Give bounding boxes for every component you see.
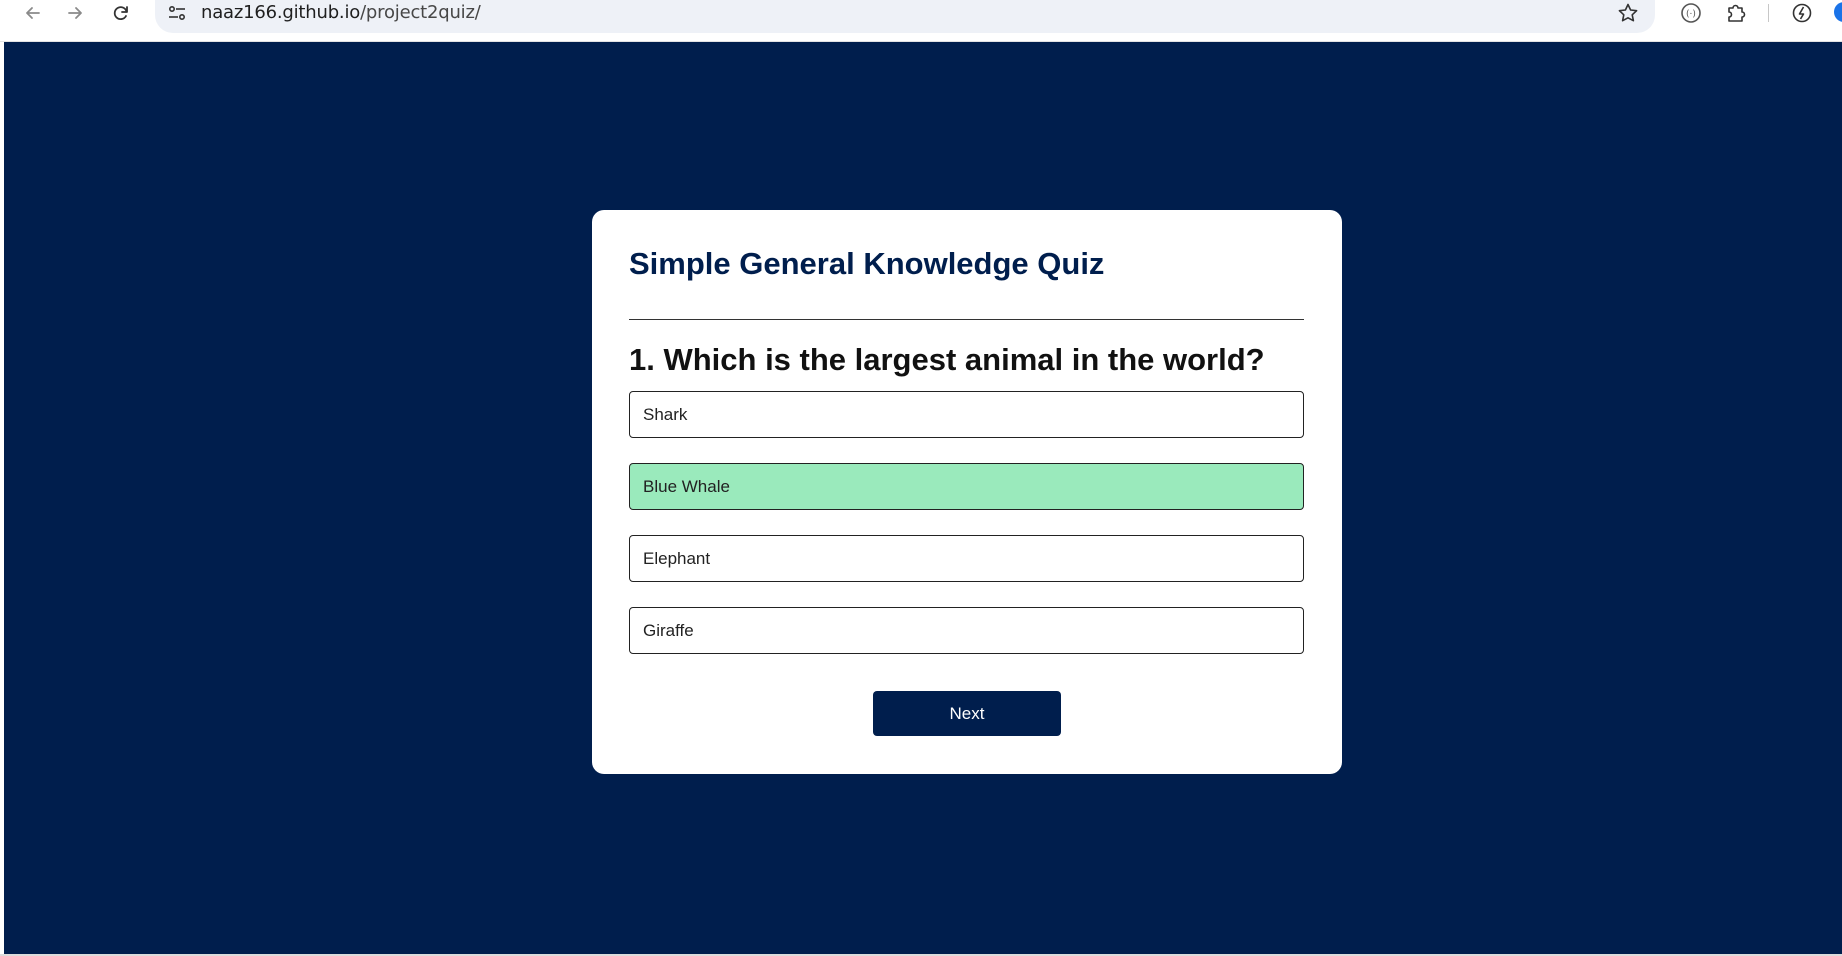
quiz-title: Simple General Knowledge Quiz: [629, 246, 1105, 281]
answer-button-shark[interactable]: Shark: [629, 391, 1304, 438]
reload-icon[interactable]: [108, 0, 134, 26]
url-text[interactable]: naaz166.github.io/project2quiz/: [201, 2, 481, 23]
url-path: /project2quiz/: [360, 2, 481, 23]
performance-icon[interactable]: [1788, 0, 1816, 26]
forward-arrow-icon[interactable]: [62, 0, 88, 26]
quiz-card: Simple General Knowledge Quiz 1. Which i…: [592, 210, 1342, 774]
title-divider: [629, 319, 1304, 320]
bookmark-star-icon[interactable]: [1614, 0, 1642, 26]
answer-button-blue-whale[interactable]: Blue Whale: [629, 463, 1304, 510]
puzzle-icon[interactable]: [1722, 0, 1750, 26]
answer-button-elephant[interactable]: Elephant: [629, 535, 1304, 582]
next-button[interactable]: Next: [873, 691, 1061, 736]
back-arrow-icon[interactable]: [20, 0, 46, 26]
question-text: 1. Which is the largest animal in the wo…: [629, 342, 1265, 377]
browser-toolbar: naaz166.github.io/project2quiz/ (·): [0, 0, 1842, 42]
profile-avatar[interactable]: [1834, 2, 1842, 22]
answer-list: Shark Blue Whale Elephant Giraffe: [629, 391, 1304, 679]
quiz-page: Simple General Knowledge Quiz 1. Which i…: [4, 42, 1842, 954]
extension-icon[interactable]: (·): [1677, 0, 1705, 26]
toolbar-divider: [1768, 4, 1769, 22]
answer-button-giraffe[interactable]: Giraffe: [629, 607, 1304, 654]
url-host: naaz166.github.io: [201, 2, 361, 23]
site-info-icon[interactable]: [163, 0, 191, 26]
svg-text:(·): (·): [1686, 10, 1696, 20]
